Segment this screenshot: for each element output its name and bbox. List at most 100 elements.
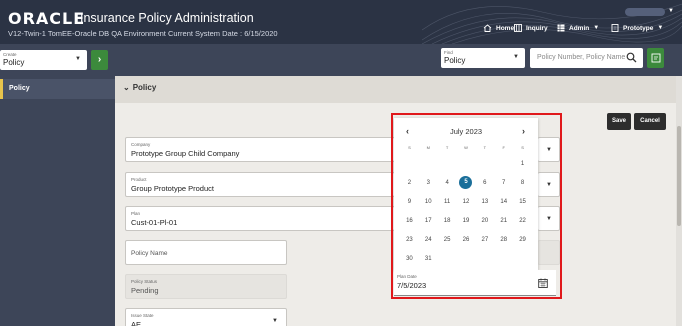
calendar-day[interactable]: 20 (475, 211, 494, 230)
sidebar-item-policy[interactable]: Policy (0, 79, 115, 99)
calendar-day[interactable]: 25 (438, 230, 457, 249)
calendar-month-label[interactable]: July 2023 (394, 127, 538, 136)
calendar-icon[interactable] (538, 278, 548, 288)
company-value: Prototype Group Child Company (131, 149, 240, 158)
advanced-search-button[interactable] (647, 48, 664, 68)
chevron-down-icon: ▼ (657, 25, 664, 31)
calendar-day[interactable]: 10 (419, 192, 438, 211)
company-select[interactable]: Company Prototype Group Child Company (125, 137, 395, 162)
search-input[interactable]: Policy Number, Policy Name (530, 48, 643, 68)
calendar-day[interactable]: 26 (457, 230, 476, 249)
calendar-empty-cell (494, 154, 513, 173)
calendar-day[interactable]: 5 (457, 173, 476, 192)
nav-prototype[interactable]: Prototype ▼ (611, 24, 663, 32)
filter-list-icon (651, 53, 660, 63)
calendar-day[interactable]: 18 (438, 211, 457, 230)
next-month-button[interactable]: › (522, 126, 525, 136)
sidebar-item-label: Policy (9, 85, 30, 92)
chevron-down-icon: ▼ (272, 318, 278, 324)
chevron-down-icon: ⌄ (123, 83, 130, 92)
product-select-end[interactable]: ▼ (538, 172, 560, 197)
calendar-empty-cell (419, 154, 438, 173)
create-select-label: Create (3, 52, 17, 57)
product-label: Product (131, 177, 147, 182)
search-placeholder: Policy Number, Policy Name (537, 54, 626, 61)
policy-status-value: Pending (131, 286, 159, 295)
document-icon (611, 24, 619, 32)
nav-inquiry[interactable]: Inquiry (514, 24, 548, 32)
calendar-day[interactable]: 7 (494, 173, 513, 192)
calendar-day[interactable]: 28 (494, 230, 513, 249)
calendar-header: ‹ July 2023 › (394, 126, 538, 138)
search-icon[interactable] (626, 52, 637, 63)
field-right-edge (538, 240, 560, 265)
weekday-label: W (464, 145, 468, 150)
issue-state-select[interactable]: Issue State AE ▼ (125, 308, 287, 326)
policy-name-input[interactable]: Policy Name (125, 240, 287, 265)
calendar-day[interactable]: 1 (513, 154, 532, 173)
calendar-day[interactable]: 30 (400, 249, 419, 268)
calendar-day[interactable]: 9 (400, 192, 419, 211)
product-select[interactable]: Product Group Prototype Product (125, 172, 395, 197)
chevron-down-icon: ▼ (546, 216, 552, 222)
panel-title: ⌄ Policy (123, 83, 156, 92)
chevron-down-icon[interactable]: ▼ (668, 8, 674, 14)
calendar-day[interactable]: 31 (419, 249, 438, 268)
plan-select-end[interactable]: ▼ (538, 206, 560, 231)
calendar-day[interactable]: 23 (400, 230, 419, 249)
calendar-day[interactable]: 12 (457, 192, 476, 211)
panel-header[interactable]: ⌄ Policy (115, 76, 682, 103)
create-select[interactable]: Create Policy ▼ (0, 50, 87, 70)
nav-prototype-label: Prototype (623, 24, 654, 32)
user-menu[interactable] (625, 8, 665, 16)
grid-icon (557, 24, 565, 32)
calendar-day[interactable]: 27 (475, 230, 494, 249)
calendar-day[interactable]: 17 (419, 211, 438, 230)
chevron-down-icon: ▼ (546, 147, 552, 153)
environment-line: V12-Twin-1 TomEE-Oracle DB QA Environmen… (8, 29, 278, 38)
calendar-day[interactable]: 24 (419, 230, 438, 249)
calendar-day[interactable]: 8 (513, 173, 532, 192)
company-select-end[interactable]: ▼ (538, 137, 560, 162)
create-select-value: Policy (3, 58, 25, 67)
nav-admin-label: Admin (569, 24, 590, 32)
calendar-day[interactable]: 14 (494, 192, 513, 211)
plan-date-input[interactable]: Plan Date 7/5/2023 (394, 270, 556, 296)
calendar-day[interactable]: 13 (475, 192, 494, 211)
find-select[interactable]: Find Policy ▼ (441, 48, 525, 68)
nav-inquiry-label: Inquiry (526, 24, 548, 32)
find-select-value: Policy (444, 56, 466, 65)
plan-select[interactable]: Plan Cust-01-Pl-01 (125, 206, 395, 231)
find-select-label: Find (444, 50, 453, 55)
policy-status-field: Policy Status Pending (125, 274, 287, 299)
scrollbar-thumb[interactable] (677, 126, 681, 226)
calendar-day[interactable]: 11 (438, 192, 457, 211)
plan-label: Plan (131, 211, 141, 216)
calendar-day[interactable]: 22 (513, 211, 532, 230)
calendar-day[interactable]: 6 (475, 173, 494, 192)
calendar-day[interactable]: 29 (513, 230, 532, 249)
system-date: Current System Date : 6/15/2020 (167, 29, 278, 38)
issue-state-label: Issue State (131, 313, 154, 318)
save-button[interactable]: Save (607, 113, 631, 130)
calendar-day[interactable]: 4 (438, 173, 457, 192)
chevron-right-icon: › (97, 54, 102, 65)
weekday-label: S (521, 145, 524, 150)
calendar-day[interactable]: 15 (513, 192, 532, 211)
product-value: Group Prototype Product (131, 184, 214, 193)
calendar-day[interactable]: 16 (400, 211, 419, 230)
nav-admin[interactable]: Admin ▼ (557, 24, 599, 32)
calendar-day[interactable]: 21 (494, 211, 513, 230)
app-header: ORACLE Insurance Policy Administration V… (0, 0, 682, 44)
cancel-button[interactable]: Cancel (634, 113, 666, 130)
calendar-day[interactable]: 3 (419, 173, 438, 192)
nav-home[interactable]: Home (483, 24, 514, 32)
chevron-down-icon: ▼ (593, 25, 600, 31)
app-title: Insurance Policy Administration (80, 11, 254, 25)
weekday-label: T (483, 145, 487, 150)
plan-value: Cust-01-Pl-01 (131, 218, 178, 227)
calendar-day[interactable]: 19 (457, 211, 476, 230)
calendar-day[interactable]: 2 (400, 173, 419, 192)
create-go-button[interactable]: › (91, 50, 108, 70)
vertical-scrollbar[interactable] (676, 76, 682, 326)
